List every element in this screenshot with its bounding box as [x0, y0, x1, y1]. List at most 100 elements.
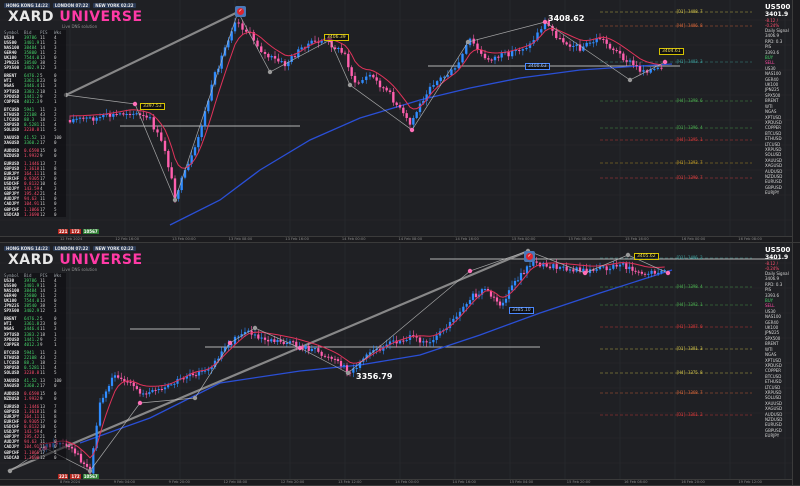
time-label: 16 Feb 20:00 [681, 480, 705, 484]
swing-point-marker [625, 252, 631, 258]
chart-pane-top[interactable]: HONG KONG 14:22 LONDON 07:22 NEW YORK 02… [0, 0, 800, 243]
symbol-name: SPX500 [4, 308, 20, 314]
candle-body [173, 178, 177, 199]
time-label: 14 Feb 08:00 [398, 237, 423, 241]
symbol-bid: 3402.9 [24, 308, 40, 314]
price-tag-right: 3404.61 [659, 48, 684, 55]
swing-point-marker [267, 69, 273, 75]
candle-body [476, 43, 479, 50]
candle-body [378, 80, 382, 88]
table-row[interactable]: SOLUSD 3238.8 11 5 [4, 127, 66, 132]
candle-body [598, 38, 602, 40]
symbol-wks: 1 [54, 341, 57, 347]
candle-body [615, 264, 618, 267]
time-axis[interactable]: 12 Feb 2024 12 Feb 16:00 13 Feb 00:00 13 Fe… [0, 236, 792, 242]
table-row[interactable]: USDCAD 1.3690 12 0 [4, 455, 66, 460]
table-row[interactable]: NZDUSD 1.9932 9 0 [4, 153, 66, 158]
swing-point-marker [465, 39, 471, 45]
table-row[interactable]: SPX500 3402.9 12 3 [4, 308, 66, 313]
candle-body [555, 264, 558, 269]
time-label: 12 Feb 20:00 [280, 480, 305, 484]
candle-body [432, 339, 435, 343]
table-row[interactable]: SPX500 3402.9 12 3 [4, 65, 66, 70]
table-row[interactable]: SOLUSD 3238.8 11 5 [4, 370, 66, 375]
candle-body [382, 87, 385, 89]
time-label: 15 Feb 08:00 [568, 237, 592, 241]
chart-pane-bottom[interactable]: HONG KONG 14:22 LONDON 07:22 NEW YORK 02… [0, 243, 800, 486]
candle-body [102, 114, 105, 118]
symbol-bid: 1.9932 [24, 153, 40, 159]
table-row[interactable]: XAGUSD 3360.2 17 0 [4, 383, 66, 388]
candle-body [490, 59, 493, 61]
symbol-pis: 12 [40, 308, 46, 314]
table-row[interactable]: XAGUSD 3360.2 17 0 [4, 140, 66, 145]
candle-body [422, 341, 425, 343]
instrument-panel: US500 3401.9 -8.12 / -0.24% Daily Signal 340… [765, 246, 792, 439]
candle-body [245, 29, 248, 32]
time-label: 9 Feb 04:00 [113, 480, 136, 484]
candle-body [122, 113, 125, 115]
candle-body [432, 85, 435, 87]
candle-body [339, 361, 343, 367]
symbol-bid: 4012.3 [24, 341, 40, 347]
candle-body [157, 389, 160, 391]
symbol-pis: 11 [40, 126, 46, 132]
candle-body [516, 280, 520, 282]
candle-body [70, 446, 74, 449]
candle-body [148, 392, 151, 395]
candle-body [200, 126, 203, 138]
candle-body [385, 87, 388, 91]
candle-body [320, 351, 323, 356]
brand-part1: XARD [8, 252, 60, 268]
instrument-list-item[interactable]: EURJPY [765, 190, 792, 195]
candle-body [605, 39, 608, 44]
table-row[interactable]: COPPER 4012.3 9 1 [4, 99, 66, 104]
symbol-bid: 3402.9 [24, 65, 40, 71]
candle-body [501, 302, 505, 306]
instrument-panel: US500 3401.9 -8.12 / -0.24% Daily Signal 340… [765, 3, 792, 196]
time-label: 15 Feb 00:00 [511, 237, 536, 241]
time-label: 19 Feb 12:00 [738, 480, 762, 484]
candle-body [160, 132, 163, 141]
candle-body [656, 67, 660, 69]
candle-body [487, 58, 490, 60]
price-axis[interactable] [792, 243, 800, 485]
instrument-list-item[interactable]: EURJPY [765, 433, 792, 438]
symbol-bid: 3238.8 [24, 126, 40, 132]
table-row[interactable]: NZDUSD 1.9932 9 0 [4, 396, 66, 401]
candle-body [402, 107, 405, 114]
symbol-wks: 1 [54, 98, 57, 104]
candle-body [353, 75, 357, 83]
price-axis[interactable] [792, 0, 800, 242]
time-axis[interactable]: 8 Feb 2024 9 Feb 04:00 9 Feb 20:00 12 Feb 0… [0, 479, 792, 485]
candle-body [313, 40, 317, 42]
candle-body [602, 38, 605, 40]
candle-body [145, 393, 148, 395]
symbol-pis: 17 [40, 139, 46, 145]
candle-body [532, 261, 535, 266]
symbol-pis: 11 [40, 369, 46, 375]
swing-point-marker [627, 77, 633, 83]
candle-body [418, 103, 422, 113]
price-plot-top[interactable] [0, 0, 792, 237]
candle-body [310, 348, 313, 351]
table-row[interactable]: USDCAD 1.3690 12 0 [4, 212, 66, 217]
price-plot-bottom[interactable] [0, 243, 792, 480]
swing-point-marker [172, 197, 178, 203]
candle-body [156, 129, 159, 133]
symbol-name: SOLUSD [4, 126, 20, 132]
session-hongkong: HONG KONG 14:22 [4, 246, 50, 251]
candle-body [280, 61, 283, 63]
candle-body [474, 293, 478, 297]
table-row[interactable]: COPPER 4012.3 9 1 [4, 342, 66, 347]
candle-body [472, 38, 475, 44]
time-label: 14 Feb 00:00 [395, 480, 419, 484]
session-clock-bar: HONG KONG 14:22 LONDON 07:22 NEW YORK 02… [4, 246, 136, 251]
brand-logo: XARD UNIVERSE [8, 252, 143, 268]
candle-body [333, 358, 337, 360]
candle-body [615, 50, 618, 52]
signal-badge: 221 [58, 229, 69, 234]
symbol-name: NZDUSD [4, 396, 20, 402]
candle-body [483, 289, 487, 291]
candle-body [625, 263, 628, 270]
